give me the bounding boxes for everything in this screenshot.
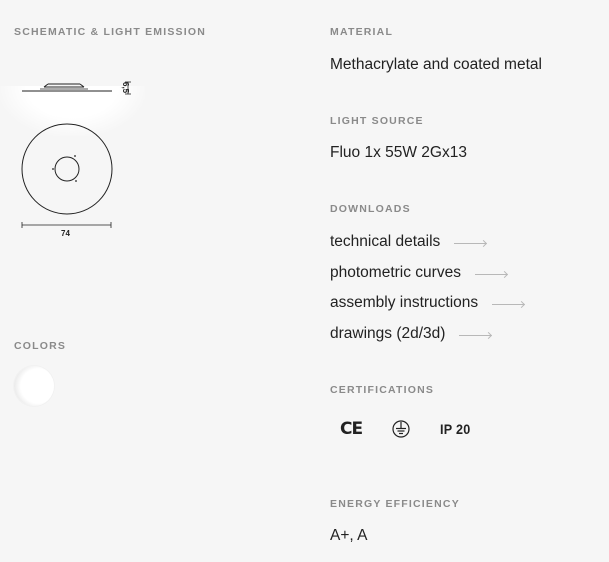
ce-mark-icon: CE: [340, 419, 363, 439]
material-label: MATERIAL: [330, 26, 394, 38]
ip-rating: IP 20: [440, 421, 471, 437]
download-link-label: assembly instructions: [330, 294, 479, 311]
arrow-right-icon: [454, 242, 487, 244]
certifications-label: CERTIFICATIONS: [330, 384, 435, 396]
light-source-label: LIGHT SOURCE: [330, 115, 424, 127]
color-swatch-white[interactable]: [14, 366, 54, 406]
download-photometric-curves[interactable]: photometric curves: [330, 264, 507, 282]
arrow-right-icon: [492, 303, 525, 305]
download-technical-details[interactable]: technical details: [330, 233, 487, 251]
download-drawings[interactable]: drawings (2d/3d): [330, 325, 492, 343]
light-source-value: Fluo 1x 55W 2Gx13: [330, 144, 467, 161]
width-dimension-label: 74: [61, 229, 70, 238]
certifications-row: CE IP 20: [340, 418, 474, 440]
arrow-right-icon: [459, 334, 492, 336]
energy-efficiency-label: ENERGY EFFICIENCY: [330, 498, 460, 510]
download-link-label: technical details: [330, 233, 441, 250]
colors-label: COLORS: [14, 340, 67, 352]
download-assembly-instructions[interactable]: assembly instructions: [330, 294, 525, 312]
schematic-label: SCHEMATIC & LIGHT EMISSION: [14, 26, 207, 38]
material-value: Methacrylate and coated metal: [330, 56, 542, 73]
height-dimension-label: 6,5: [121, 82, 130, 94]
energy-efficiency-value: A+, A: [330, 527, 368, 544]
ground-symbol-icon: [392, 420, 410, 438]
arrow-right-icon: [474, 273, 507, 275]
download-link-label: photometric curves: [330, 264, 461, 281]
download-link-label: drawings (2d/3d): [330, 325, 446, 342]
schematic-drawing: [21, 81, 131, 228]
downloads-label: DOWNLOADS: [330, 203, 411, 215]
